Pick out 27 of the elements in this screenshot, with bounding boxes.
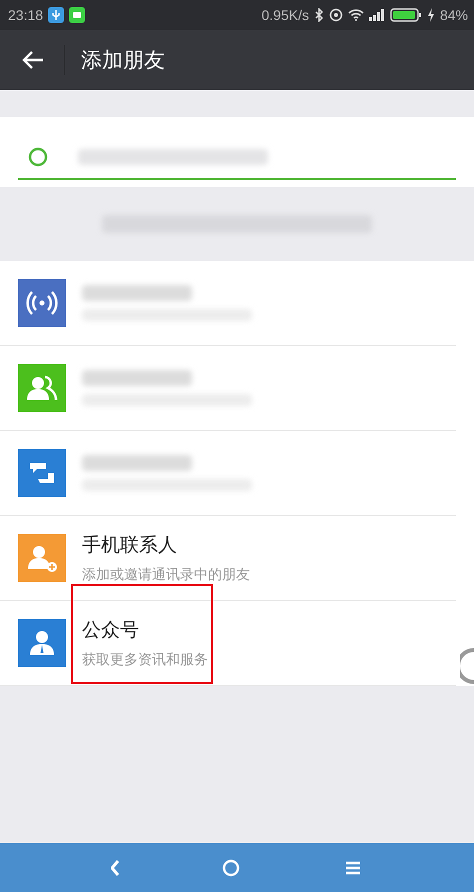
chevron-left-icon [110, 860, 120, 876]
ring-icon [460, 646, 474, 686]
battery-percent: 84% [440, 7, 468, 23]
back-arrow-icon [22, 50, 44, 70]
signal-icon [368, 9, 385, 21]
network-speed: 0.95K/s [261, 7, 309, 23]
search-icon [28, 147, 48, 167]
people-icon [18, 364, 66, 412]
clock: 23:18 [8, 7, 44, 23]
item-title: 手机联系人 [82, 533, 178, 558]
wifi-icon [348, 9, 364, 21]
page-title: 添加朋友 [81, 47, 165, 74]
person-tie-icon [18, 619, 66, 667]
item-subtitle: 获取更多资讯和服务 [82, 651, 208, 669]
app-notification-icon [69, 7, 86, 23]
circle-icon [221, 858, 242, 878]
radar-icon [18, 279, 66, 327]
charging-icon [426, 8, 435, 22]
person-plus-icon [18, 534, 66, 582]
item-title: 公众号 [82, 618, 140, 643]
item-subtitle: 添加或邀请通讯录中的朋友 [82, 566, 250, 584]
list-item[interactable]: 手机联系人 添加或邀请通讯录中的朋友 [0, 516, 456, 601]
bluetooth-icon [314, 8, 324, 22]
list-item[interactable]: 公众号 获取更多资讯和服务 [0, 601, 456, 686]
speech-bubbles-icon [18, 449, 66, 497]
battery-icon [390, 8, 422, 22]
usb-icon [48, 7, 64, 23]
